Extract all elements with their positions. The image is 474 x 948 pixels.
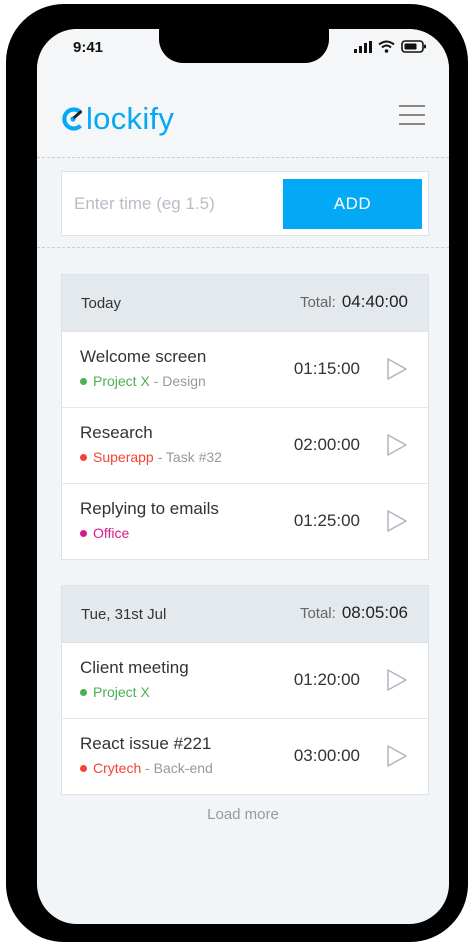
- entry-task: - Design: [149, 373, 206, 389]
- entry-duration: 01:15:00: [293, 359, 360, 378]
- day-total: Total: 08:05:06: [300, 603, 408, 623]
- entry-task: - Task #32: [153, 449, 222, 465]
- entry-meta: Project X - Design: [80, 373, 206, 389]
- entry-meta: Office: [80, 525, 129, 541]
- entry-project: Crytech: [93, 760, 142, 776]
- app-header: lockify: [37, 73, 449, 157]
- day-header: Tue, 31st Jul Total: 08:05:06: [62, 586, 428, 643]
- battery-icon: [401, 40, 426, 53]
- signal-icon: [354, 40, 372, 53]
- total-value: 08:05:06: [341, 603, 408, 622]
- entry-meta: Superapp - Task #32: [80, 449, 222, 465]
- wifi-icon: [378, 40, 395, 53]
- time-entry-row[interactable]: Client meeting Project X 01:20:00: [62, 643, 428, 719]
- status-bar: 9:41: [37, 29, 449, 73]
- time-entry-bar: ADD: [61, 171, 429, 236]
- day-label: Today: [81, 295, 122, 312]
- day-group-tue-31st-jul: Tue, 31st Jul Total: 08:05:06 Client mee…: [61, 585, 429, 795]
- day-header: Today Total: 04:40:00: [62, 275, 428, 332]
- entry-divider: [37, 247, 449, 248]
- entry-duration: 01:25:00: [293, 511, 360, 530]
- day-label: Tue, 31st Jul: [81, 606, 167, 623]
- entry-project: Project X: [93, 684, 150, 700]
- entry-description: Replying to emails: [80, 499, 219, 518]
- entry-project: Superapp: [93, 449, 154, 465]
- time-entry-row[interactable]: Research Superapp - Task #32 02:00:00: [62, 408, 428, 484]
- time-entry-row[interactable]: Welcome screen Project X - Design 01:15:…: [62, 332, 428, 408]
- total-label: Total:: [299, 605, 336, 622]
- entry-project: Office: [93, 525, 130, 541]
- phone-frame: 9:41 lockify Enter time (eg 1.5) ADD Tod…: [6, 4, 468, 942]
- entry-task: - Back-end: [141, 760, 213, 776]
- project-dot: [80, 377, 87, 385]
- entry-description: Client meeting: [80, 658, 189, 677]
- play-icon[interactable]: [386, 433, 408, 457]
- total-value: 04:40:00: [341, 292, 408, 311]
- entry-meta: Crytech - Back-end: [80, 760, 213, 776]
- play-icon[interactable]: [386, 357, 408, 381]
- hamburger-menu-icon[interactable]: [399, 103, 425, 127]
- project-dot: [80, 764, 87, 772]
- time-entry-row[interactable]: Replying to emails Office 01:25:00: [62, 484, 428, 559]
- entry-project: Project X: [93, 373, 150, 389]
- header-divider: [37, 157, 449, 158]
- notch: [159, 29, 329, 63]
- status-time: 9:41: [73, 39, 104, 56]
- play-icon[interactable]: [386, 509, 408, 533]
- entry-description: Welcome screen: [80, 347, 207, 366]
- entry-duration: 03:00:00: [293, 746, 360, 765]
- entry-meta: Project X: [80, 684, 150, 700]
- project-dot: [80, 529, 87, 537]
- project-dot: [80, 688, 87, 696]
- entry-duration: 01:20:00: [293, 670, 360, 689]
- time-entry-row[interactable]: React issue #221 Crytech - Back-end 03:0…: [62, 719, 428, 794]
- day-group-today: Today Total: 04:40:00 Welcome screen Pro…: [61, 274, 429, 560]
- entry-duration: 02:00:00: [293, 435, 360, 454]
- time-input[interactable]: [72, 186, 276, 222]
- entry-description: Research: [80, 423, 153, 442]
- play-icon[interactable]: [386, 668, 408, 692]
- entry-description: React issue #221: [80, 734, 212, 753]
- load-more-link[interactable]: Load more: [37, 806, 449, 823]
- clockify-logo-icon: [62, 106, 82, 131]
- project-dot: [80, 453, 87, 461]
- logo-text: lockify: [86, 101, 175, 136]
- total-label: Total:: [299, 294, 336, 311]
- add-button[interactable]: ADD: [283, 179, 422, 229]
- app-screen: 9:41 lockify Enter time (eg 1.5) ADD Tod…: [37, 29, 449, 924]
- play-icon[interactable]: [386, 744, 408, 768]
- status-icons: [354, 40, 427, 53]
- clockify-logo: lockify: [61, 103, 174, 134]
- day-total: Total: 04:40:00: [300, 292, 408, 312]
